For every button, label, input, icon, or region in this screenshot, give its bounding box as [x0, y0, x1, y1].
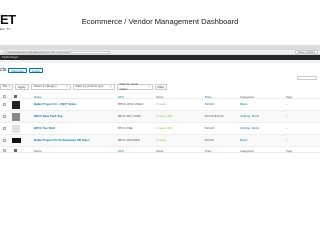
column-tags: Tags	[286, 148, 293, 153]
row-checkbox[interactable]	[3, 115, 6, 118]
product-price: $19.00	[205, 126, 214, 130]
category-select-label: Select a category	[33, 84, 57, 89]
product-name-link[interactable]: Ballet Project CC Performance HD Video	[34, 138, 90, 142]
product-type-label: Filter by product type	[75, 84, 104, 89]
screen-options-button[interactable]: Screen Options	[294, 50, 318, 54]
column-categories: Categories	[240, 148, 254, 153]
product-price: $19.00 $13.00	[205, 114, 224, 118]
product-thumbnail[interactable]	[12, 112, 20, 121]
product-categories[interactable]: clothing, Shirts	[240, 114, 259, 118]
product-tags: –	[286, 126, 288, 130]
select-all-checkbox[interactable]	[3, 94, 6, 98]
search-products-input[interactable]	[297, 76, 317, 80]
product-stock: In stock (25)	[156, 114, 172, 118]
column-stock: Stock	[156, 148, 164, 153]
url-input[interactable]: www.studioproject.in/wp-admin/edit.php?p…	[4, 50, 111, 54]
product-name-link[interactable]: BPCC Blue Tank Top	[34, 114, 62, 118]
product-price: $19.00	[205, 102, 214, 106]
row-checkbox[interactable]	[3, 127, 6, 130]
product-stock: In stock (30)	[156, 126, 172, 130]
slide-title: Ecommerce / Vendor Management Dashboard	[81, 17, 239, 26]
column-name[interactable]: Name	[34, 149, 42, 153]
chevron-down-icon: ▾	[66, 85, 68, 89]
product-price: $19.00	[205, 138, 214, 142]
product-name-link[interactable]: BPCC Tee Shirt	[34, 126, 55, 130]
column-categories: Categories	[240, 94, 254, 99]
filter-button[interactable]: Filter	[154, 84, 168, 90]
column-name[interactable]: Name	[34, 95, 42, 99]
product-thumbnail[interactable]	[12, 138, 21, 143]
logo-subtext: ED.TV	[0, 27, 11, 31]
category-select[interactable]: Select a category ▾	[30, 84, 71, 90]
table-row: BPCC Blue Tank Top BPCC-BLU-TANK In stoc…	[0, 111, 320, 123]
table-row: Ballet Project CC Performance HD Video B…	[0, 135, 320, 147]
row-checkbox[interactable]	[3, 103, 6, 106]
admin-bar-site-name[interactable]: Studio Project	[2, 56, 18, 59]
product-sku: BPCC-BLU-TANK	[118, 114, 142, 118]
product-categories[interactable]: clothing, Shirts	[240, 126, 259, 130]
column-sku[interactable]: SKU	[118, 95, 124, 99]
logo-mark: ET	[0, 12, 16, 27]
product-stock: In stock	[156, 138, 166, 142]
stock-status-select[interactable]: Filter by stock status ▾	[116, 81, 153, 92]
column-tags: Tags	[286, 94, 293, 99]
products-table: Name SKU Stock Price Categories Tags Bal…	[0, 93, 320, 153]
product-sku: BPCC-0001-VIDEO	[118, 102, 144, 106]
company-logo: ET ED.TV	[0, 13, 22, 37]
bulk-actions-select[interactable]: Bulk Actions▾	[0, 84, 13, 90]
product-name-link[interactable]: Ballet Project CC - CNFT Video	[34, 102, 76, 106]
table-row: Ballet Project CC - CNFT Video BPCC-0001…	[0, 99, 320, 111]
filter-bar: Bulk Actions▾ Apply Select a category▾ F…	[0, 81, 168, 92]
product-type-select[interactable]: Filter by product type ▾	[72, 84, 115, 90]
row-checkbox[interactable]	[3, 139, 6, 142]
apply-button[interactable]: Apply	[15, 84, 29, 90]
column-price[interactable]: Price	[205, 149, 212, 153]
chevron-down-icon: ▾	[8, 85, 10, 89]
stock-status-label: Filter by stock status	[119, 81, 139, 92]
product-thumbnail[interactable]	[12, 124, 20, 133]
bulk-actions-label: Bulk Actions	[3, 84, 7, 89]
page-title: cts	[0, 67, 7, 73]
back-arrow-icon[interactable]: ‹	[2, 50, 3, 55]
table-footer-row: Name SKU Stock Price Categories Tags	[0, 147, 320, 153]
image-column-icon	[14, 94, 17, 98]
image-column-icon	[14, 148, 17, 152]
import-button[interactable]: Import	[28, 67, 44, 73]
column-sku[interactable]: SKU	[118, 149, 124, 153]
product-tags: –	[286, 114, 288, 118]
product-sku: BPCC-HDVIDEO	[118, 138, 141, 142]
product-tags: –	[286, 138, 288, 142]
admin-notice-strip	[0, 60, 320, 63]
product-sku: BPCC-TEE	[118, 126, 133, 130]
product-stock: In stock	[156, 102, 166, 106]
column-price[interactable]: Price	[205, 95, 212, 99]
product-tags: –	[286, 102, 288, 106]
chevron-down-icon: ▾	[148, 85, 150, 89]
table-row: BPCC Tee Shirt BPCC-TEE In stock (30) $1…	[0, 123, 320, 135]
product-categories[interactable]: Music	[240, 138, 248, 142]
select-all-checkbox[interactable]	[3, 148, 6, 152]
chevron-down-icon: ▾	[110, 85, 112, 89]
page-header: cts Add New Import	[0, 67, 44, 73]
column-stock: Stock	[156, 94, 164, 99]
product-categories[interactable]: Music	[240, 102, 248, 106]
add-new-button[interactable]: Add New	[8, 67, 27, 73]
product-thumbnail[interactable]	[12, 100, 20, 109]
